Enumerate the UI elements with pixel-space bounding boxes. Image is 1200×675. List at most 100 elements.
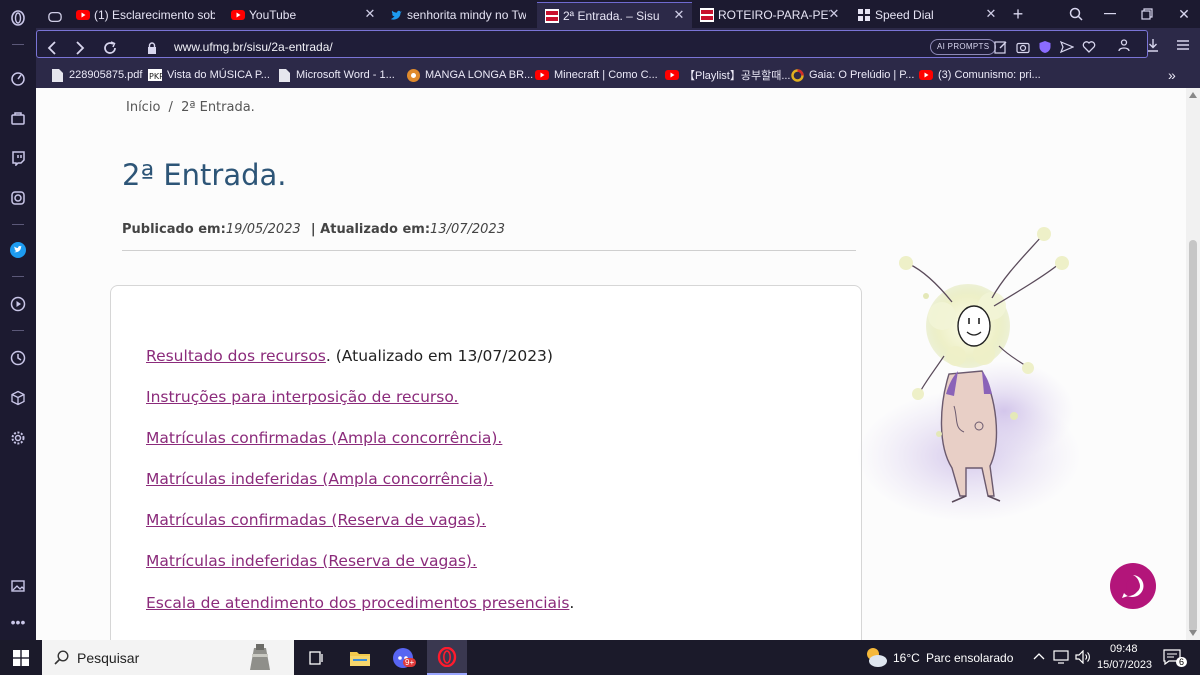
doc-link[interactable]: Matrículas confirmadas (Ampla concorrênc…: [146, 429, 502, 447]
close-icon[interactable]: ✕: [984, 7, 998, 21]
volume-icon[interactable]: [1075, 650, 1091, 664]
ai-prompts-button[interactable]: AI PROMPTS: [930, 39, 997, 55]
doc-link[interactable]: Matrículas indeferidas (Reserva de vagas…: [146, 552, 477, 570]
tab-twitter[interactable]: senhorita mindy no Tw: [381, 2, 534, 28]
vpn-shield-icon[interactable]: [1037, 39, 1053, 55]
download-icon[interactable]: [1145, 37, 1161, 53]
instagram-icon[interactable]: [8, 188, 28, 208]
close-icon[interactable]: ✕: [672, 8, 686, 22]
clock-date[interactable]: 15/07/2023: [1097, 659, 1152, 671]
bookmark-item[interactable]: Microsoft Word - 1...: [277, 67, 395, 83]
new-tab-button[interactable]: +: [1008, 4, 1028, 24]
forward-icon[interactable]: [71, 39, 89, 57]
grid-icon: [857, 8, 871, 22]
close-icon[interactable]: ✕: [363, 7, 377, 21]
windows-start-icon[interactable]: [0, 640, 42, 675]
player-icon[interactable]: [8, 294, 28, 314]
weather-temp[interactable]: 16°C: [893, 651, 920, 665]
chevron-up-icon[interactable]: [1033, 652, 1045, 660]
doc-link[interactable]: Matrículas indeferidas (Ampla concorrênc…: [146, 470, 493, 488]
profile-icon[interactable]: [1116, 37, 1132, 53]
doc-link[interactable]: Escala de atendimento dos procedimentos …: [146, 594, 569, 612]
extensions-cube-icon[interactable]: [8, 388, 28, 408]
partly-sunny-icon[interactable]: [864, 646, 888, 668]
bookmark-item[interactable]: 【Playlist】공부할때...: [665, 67, 791, 83]
bookmark-item[interactable]: MANGA LONGA BR...: [406, 67, 533, 83]
tab-title: ROTEIRO-PARA-PETICIO: [718, 8, 830, 22]
tab-speed-dial[interactable]: Speed Dial ✕: [849, 2, 1004, 28]
updated-label: | Atualizado em:: [310, 222, 431, 237]
svg-text:PKP: PKP: [149, 72, 162, 81]
tab-roteiro[interactable]: ROTEIRO-PARA-PETICIO ✕: [692, 2, 847, 28]
bookmark-item[interactable]: PKP Vista do MÚSICA P...: [148, 67, 270, 83]
list-item: Matrículas confirmadas (Ampla concorrênc…: [146, 429, 502, 447]
file-explorer-icon[interactable]: [340, 640, 380, 675]
opera-logo-icon[interactable]: [8, 8, 28, 28]
url-text[interactable]: www.ufmg.br/sisu/2a-entrada/: [174, 40, 333, 54]
send-icon[interactable]: [1059, 39, 1075, 55]
published-label: Publicado em:: [122, 222, 226, 237]
history-icon[interactable]: [8, 348, 28, 368]
shopping-icon[interactable]: [8, 108, 28, 128]
bookmark-item[interactable]: (3) Comunismo: pri...: [919, 67, 1041, 83]
discord-icon[interactable]: 9+: [383, 640, 423, 675]
doc-link[interactable]: Instruções para interposição de recurso.: [146, 388, 458, 406]
link-suffix: . (Atualizado em 13/07/2023): [325, 347, 553, 365]
discord-badge: 9+: [403, 658, 417, 667]
camera-icon[interactable]: [1015, 39, 1031, 55]
scroll-down-icon[interactable]: [1189, 630, 1197, 636]
menu-icon[interactable]: [1175, 37, 1191, 53]
minimize-icon[interactable]: [1100, 4, 1120, 24]
weather-desc[interactable]: Parc ensolarado: [926, 651, 1013, 665]
settings-gear-icon[interactable]: [8, 428, 28, 448]
list-item: Resultado dos recursos. (Atualizado em 1…: [146, 347, 553, 365]
edit-icon[interactable]: [993, 39, 1009, 55]
close-icon[interactable]: ✕: [827, 7, 841, 21]
tab-youtube[interactable]: YouTube ✕: [223, 2, 383, 28]
tab-sisu-active[interactable]: 2ª Entrada. – Sisu ✕: [537, 2, 692, 28]
notifications-count: 6: [1176, 657, 1188, 667]
chat-button[interactable]: [1110, 563, 1156, 609]
more-bookmarks-button[interactable]: »: [1168, 67, 1176, 83]
tab-title: senhorita mindy no Tw: [407, 8, 526, 22]
bookmark-label: Vista do MÚSICA P...: [167, 69, 270, 81]
twitch-icon[interactable]: [8, 148, 28, 168]
back-icon[interactable]: [43, 39, 61, 57]
youtube-icon: [76, 8, 90, 22]
opera-sidebar: •••: [0, 0, 36, 640]
heart-icon[interactable]: [1081, 39, 1097, 55]
search-tabs-icon[interactable]: [1066, 4, 1086, 24]
document-icon: [50, 68, 64, 82]
bookmark-item[interactable]: Gaia: O Prelúdio | P...: [790, 67, 914, 83]
restore-icon[interactable]: [1137, 4, 1157, 24]
lock-icon[interactable]: [143, 39, 161, 57]
tab-esclarecimento[interactable]: (1) Esclarecimento sob: [68, 2, 223, 28]
twitter-icon[interactable]: [8, 240, 28, 260]
reload-icon[interactable]: [101, 39, 119, 57]
close-window-icon[interactable]: ✕: [1174, 4, 1194, 24]
clock-time[interactable]: 09:48: [1110, 643, 1138, 655]
scrollbar[interactable]: [1186, 88, 1200, 640]
gallery-icon[interactable]: [8, 576, 28, 596]
address-bar[interactable]: www.ufmg.br/sisu/2a-entrada/ AI PROMPTS: [36, 30, 1148, 58]
scroll-thumb[interactable]: [1189, 240, 1197, 632]
scroll-up-icon[interactable]: [1189, 92, 1197, 98]
dandelion-character-illustration: [857, 227, 1081, 522]
network-icon[interactable]: [1053, 650, 1069, 664]
chat-bubble-icon: [1122, 575, 1144, 598]
taskbar-search[interactable]: Pesquisar: [42, 640, 294, 675]
more-dots-icon[interactable]: •••: [8, 612, 28, 632]
speed-dial-icon[interactable]: [8, 68, 28, 88]
task-view-icon[interactable]: [296, 640, 336, 675]
doc-link[interactable]: Resultado dos recursos: [146, 347, 326, 365]
doc-link[interactable]: Matrículas confirmadas (Reserva de vagas…: [146, 511, 486, 529]
pkp-icon: PKP: [148, 68, 162, 82]
workspaces-icon[interactable]: [40, 4, 70, 30]
bookmark-item[interactable]: 228905875.pdf: [50, 67, 142, 83]
list-item: Instruções para interposição de recurso.: [146, 388, 458, 406]
opera-taskbar-icon[interactable]: [427, 640, 467, 675]
bookmark-label: Gaia: O Prelúdio | P...: [809, 69, 915, 81]
bookmark-item[interactable]: Minecraft | Como C...: [535, 67, 658, 83]
breadcrumb-home-link[interactable]: Início: [126, 100, 160, 115]
tab-strip: (1) Esclarecimento sob YouTube ✕ senhori…: [36, 0, 1200, 28]
